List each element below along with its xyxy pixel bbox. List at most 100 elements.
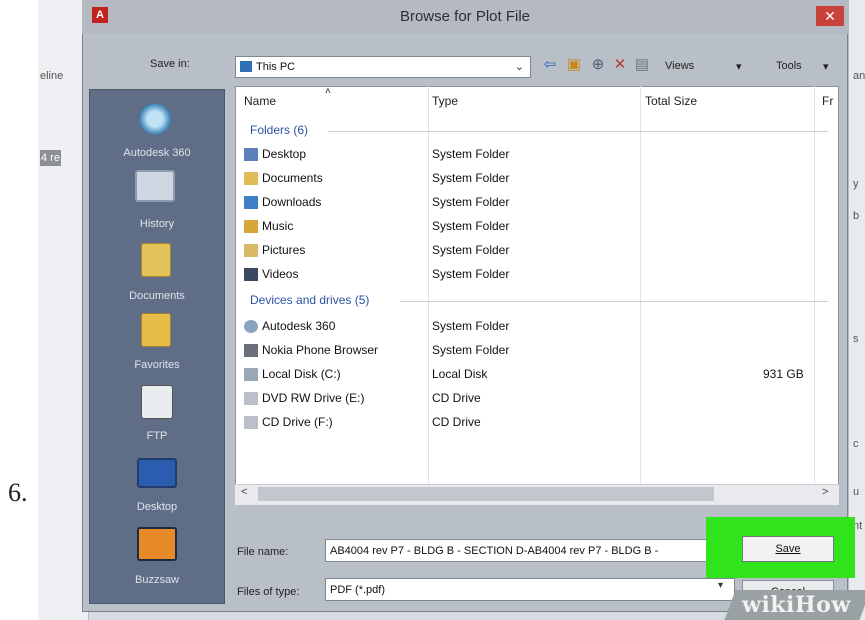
favorites-icon[interactable] <box>141 313 171 347</box>
item-name: Videos <box>262 267 299 281</box>
list-item[interactable]: Desktop System Folder <box>244 144 824 166</box>
item-name: DVD RW Drive (E:) <box>262 391 365 405</box>
videos-folder-icon <box>244 268 258 281</box>
item-name: Desktop <box>262 147 307 161</box>
list-item[interactable]: CD Drive (F:) CD Drive <box>244 412 824 434</box>
item-type: Local Disk <box>432 367 488 381</box>
background-fragment: eline <box>40 70 64 82</box>
list-item[interactable]: Documents System Folder <box>244 168 824 190</box>
item-name: Local Disk (C:) <box>262 367 341 381</box>
item-type: System Folder <box>432 147 510 161</box>
place-documents[interactable]: Documents <box>89 290 225 302</box>
scroll-left-icon[interactable]: < <box>241 486 247 498</box>
item-type: System Folder <box>432 319 510 333</box>
history-icon[interactable] <box>135 170 175 202</box>
chevron-down-icon[interactable]: ▾ <box>718 580 723 591</box>
item-type: System Folder <box>432 267 510 281</box>
item-type: System Folder <box>432 243 510 257</box>
place-autodesk-360[interactable]: Autodesk 360 <box>89 147 225 159</box>
views-menu[interactable]: Views <box>665 60 694 72</box>
list-item[interactable]: Pictures System Folder <box>244 240 824 262</box>
new-folder-icon[interactable]: ▤ <box>632 55 652 75</box>
place-history[interactable]: History <box>89 218 225 230</box>
column-total-size[interactable]: Total Size <box>645 94 697 108</box>
ftp-icon[interactable] <box>141 385 173 419</box>
this-pc-icon <box>240 61 252 72</box>
group-divider <box>400 301 828 302</box>
save-in-value: This PC <box>256 61 296 73</box>
save-in-dropdown[interactable]: This PC ⌄ <box>235 56 531 78</box>
downloads-folder-icon <box>244 196 258 209</box>
up-folder-icon[interactable]: ▣ <box>564 55 584 75</box>
save-button[interactable]: Save <box>742 536 834 562</box>
group-divider <box>328 131 828 132</box>
scroll-right-icon[interactable]: > <box>822 486 828 498</box>
background-fragment: y <box>853 178 859 190</box>
background-fragment: s <box>853 333 859 345</box>
background-fragment: b <box>853 210 860 222</box>
step-number: 6. <box>8 478 28 507</box>
file-type-select[interactable]: PDF (*.pdf) <box>325 578 735 601</box>
group-header-folders[interactable]: Folders (6) <box>250 123 308 137</box>
chevron-down-icon: ⌄ <box>514 61 524 73</box>
file-name-label: File name: <box>237 546 289 558</box>
background-fragment: an <box>853 70 865 82</box>
item-name: Pictures <box>262 243 306 257</box>
item-name: CD Drive (F:) <box>262 415 333 429</box>
item-name: Nokia Phone Browser <box>262 343 379 357</box>
sort-arrow-icon: ˄ <box>325 86 331 97</box>
item-type: CD Drive <box>432 391 481 405</box>
list-item[interactable]: Downloads System Folder <box>244 192 824 214</box>
item-type: CD Drive <box>432 415 481 429</box>
place-ftp[interactable]: FTP <box>89 430 225 442</box>
desktop-folder-icon <box>244 148 258 161</box>
column-type[interactable]: Type <box>432 94 458 108</box>
background-fragment: c <box>853 438 859 450</box>
item-name: Music <box>262 219 294 233</box>
delete-icon[interactable]: ✕ <box>610 55 630 75</box>
documents-folder-icon <box>244 172 258 185</box>
file-name-input[interactable]: AB4004 rev P7 - BLDG B - SECTION D-AB400… <box>325 539 717 562</box>
list-item[interactable]: Videos System Folder <box>244 264 824 286</box>
list-item[interactable]: DVD RW Drive (E:) CD Drive <box>244 388 824 410</box>
pictures-folder-icon <box>244 244 258 257</box>
phone-icon <box>244 344 258 357</box>
views-menu-arrow[interactable]: ▾ <box>736 60 742 73</box>
save-in-label: Save in: <box>150 58 190 70</box>
file-type-label: Files of type: <box>237 586 300 598</box>
list-item[interactable]: Autodesk 360 System Folder <box>244 316 824 338</box>
dvd-drive-icon <box>244 392 258 405</box>
documents-icon[interactable] <box>141 243 171 277</box>
autodesk-360-icon[interactable] <box>135 103 175 135</box>
dialog-title: Browse for Plot File <box>399 8 531 25</box>
scrollbar-thumb[interactable] <box>258 487 714 501</box>
autodesk-360-drive-icon <box>244 320 258 333</box>
list-item[interactable]: Nokia Phone Browser System Folder <box>244 340 824 362</box>
back-arrow-icon[interactable]: ⇦ <box>540 55 560 75</box>
music-folder-icon <box>244 220 258 233</box>
wikihow-watermark: wikiHow <box>742 592 851 618</box>
search-web-icon[interactable]: ⊕ <box>588 55 608 75</box>
list-item[interactable]: Local Disk (C:) Local Disk 931 GB <box>244 364 824 386</box>
background-fragment: u <box>853 486 860 498</box>
item-size: 931 GB <box>763 367 804 381</box>
item-type: System Folder <box>432 171 510 185</box>
item-type: System Folder <box>432 219 510 233</box>
desktop-icon[interactable] <box>137 458 177 488</box>
group-header-devices[interactable]: Devices and drives (5) <box>250 293 369 307</box>
place-desktop[interactable]: Desktop <box>89 501 225 513</box>
item-name: Autodesk 360 <box>262 319 336 333</box>
column-name[interactable]: Name <box>244 94 276 108</box>
column-free-space[interactable]: Fr <box>822 94 833 108</box>
place-favorites[interactable]: Favorites <box>89 359 225 371</box>
tools-menu[interactable]: Tools <box>776 60 802 72</box>
cd-drive-icon <box>244 416 258 429</box>
item-name: Downloads <box>262 195 322 209</box>
close-button[interactable]: ✕ <box>816 6 844 26</box>
buzzsaw-icon[interactable] <box>137 527 177 561</box>
list-item[interactable]: Music System Folder <box>244 216 824 238</box>
local-disk-icon <box>244 368 258 381</box>
place-buzzsaw[interactable]: Buzzsaw <box>89 574 225 586</box>
item-name: Documents <box>262 171 323 185</box>
tools-menu-arrow[interactable]: ▾ <box>823 60 829 73</box>
